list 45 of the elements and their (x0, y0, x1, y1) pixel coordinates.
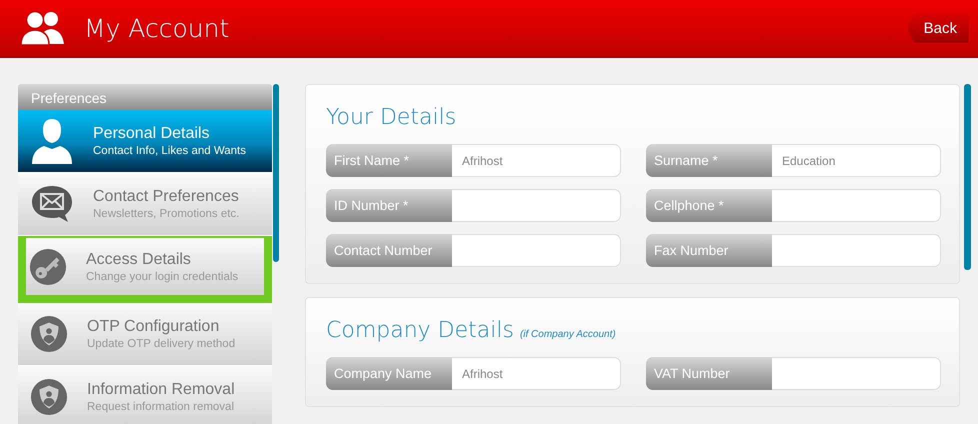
item-subtitle: Request information removal (87, 401, 235, 413)
field-label: Contact Number (326, 234, 452, 267)
shield-icon (30, 378, 68, 416)
shield-icon (30, 315, 68, 353)
envelope-icon (30, 184, 74, 224)
field-label: First Name * (326, 144, 452, 177)
input-field[interactable]: Education (772, 144, 941, 177)
key-icon (29, 248, 67, 286)
item-title: Contact Preferences (93, 188, 240, 206)
field-label: Surname * (646, 144, 772, 177)
input-field[interactable]: Afrihost (452, 144, 621, 177)
field-label: VAT Number (646, 357, 772, 390)
sidebar-heading: Preferences (18, 84, 272, 110)
item-title: OTP Configuration (87, 318, 220, 336)
sidebar-item[interactable]: Personal Details Contact Info, Likes and Wants (18, 110, 272, 173)
item-title: Access Details (86, 250, 192, 268)
person-icon (30, 117, 74, 165)
input-field[interactable]: Afrihost (452, 357, 621, 390)
item-subtitle: Contact Info, Likes and Wants (93, 145, 246, 157)
page-title: My Account (84, 14, 230, 42)
item-subtitle: Update OTP delivery method (87, 338, 236, 350)
item-subtitle: Newsletters, Promotions etc. (93, 208, 240, 220)
users-icon (20, 10, 66, 46)
sidebar-item[interactable]: OTP Configuration Update OTP delivery method (18, 303, 272, 366)
scrollbar[interactable] (964, 84, 971, 270)
field-label: Cellphone * (646, 189, 772, 222)
section-title: Your Details (326, 105, 456, 130)
section-note: (if Company Account) (520, 329, 616, 340)
sidebar-item[interactable]: Information Removal Request information removal (18, 366, 272, 424)
section-title: Company Details (326, 318, 514, 343)
field-label: Fax Number (646, 234, 772, 267)
input-field[interactable] (772, 189, 941, 222)
input-field[interactable] (452, 189, 621, 222)
sidebar-item[interactable]: Contact Preferences Newsletters, Promotions etc. (18, 173, 272, 236)
back-button[interactable]: Back (906, 12, 970, 44)
scrollbar[interactable] (273, 84, 279, 262)
field-label: Company Name (326, 357, 452, 390)
item-title: Information Removal (87, 381, 235, 399)
item-subtitle: Change your login credentials (86, 270, 238, 282)
input-field[interactable] (772, 234, 941, 267)
sidebar-item[interactable]: Access Details Change your login credentials (18, 236, 272, 303)
item-title: Personal Details (93, 125, 210, 143)
input-field[interactable] (772, 357, 941, 390)
input-field[interactable] (452, 234, 621, 267)
field-label: ID Number * (326, 189, 452, 222)
